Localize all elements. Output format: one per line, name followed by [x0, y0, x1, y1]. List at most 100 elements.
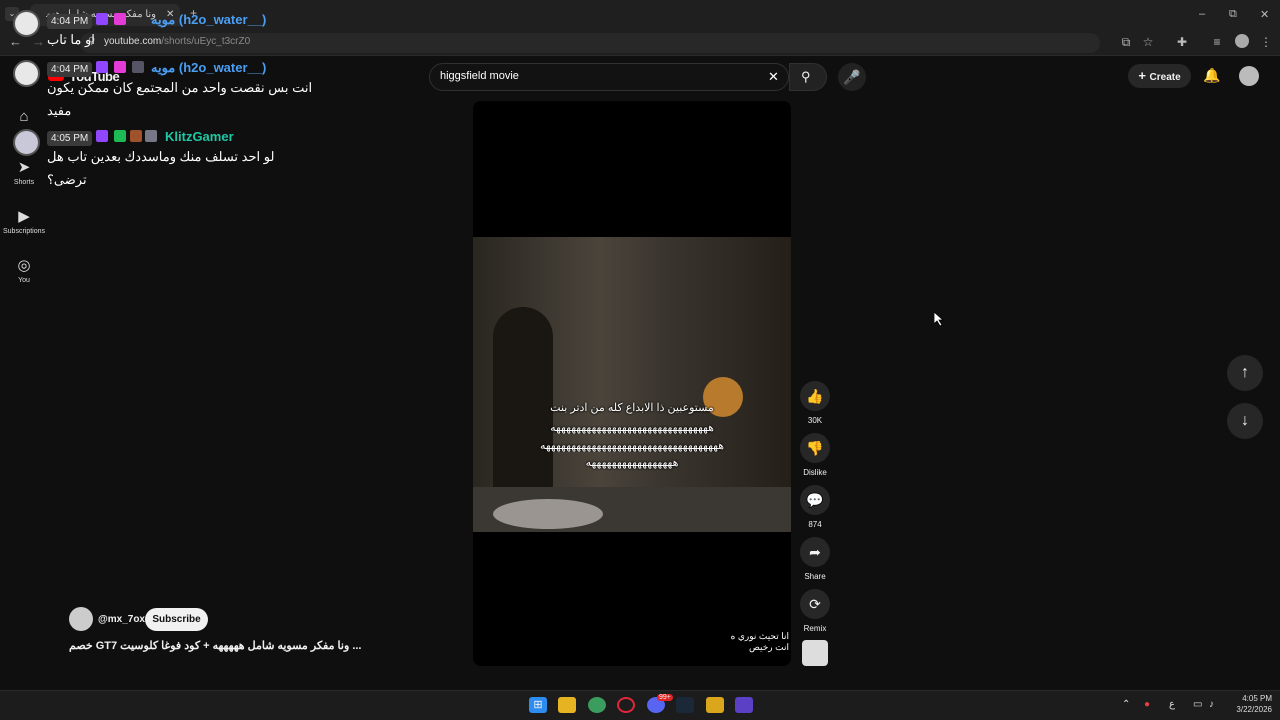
mic-icon: 🎤: [843, 69, 861, 85]
opera-icon[interactable]: [617, 697, 635, 713]
nav-subscriptions-label: Subscriptions: [2, 228, 46, 235]
check-badge-icon: [114, 130, 126, 142]
start-menu-icon[interactable]: ⊞: [529, 697, 547, 713]
search-button[interactable]: ⚲: [789, 63, 827, 91]
app-icon[interactable]: [735, 697, 753, 713]
file-explorer-icon[interactable]: [558, 697, 576, 713]
remix-button[interactable]: ⟳: [800, 589, 830, 619]
create-button[interactable]: + Create: [1128, 64, 1191, 88]
video-caption-line: هههههههههههههههههههههههههههههههه: [550, 422, 714, 434]
volume-icon[interactable]: ♪: [1209, 699, 1214, 710]
overlay-chat-message: او ما تاب: [47, 32, 95, 47]
mouse-cursor-icon: [934, 312, 944, 326]
nav-home[interactable]: ⌂: [0, 108, 48, 128]
subscribe-button[interactable]: Subscribe: [145, 608, 208, 631]
remix-icon: ⟳: [809, 596, 821, 612]
nav-shorts[interactable]: ➤ Shorts: [0, 158, 48, 186]
chat-username: KlitzGamer: [165, 129, 234, 144]
remix-label: Remix: [803, 624, 827, 633]
account-avatar[interactable]: [1239, 66, 1259, 86]
search-icon: ⚲: [801, 69, 811, 84]
sub-badge-icon: [145, 130, 157, 142]
thumbs-up-icon: 👍: [806, 388, 824, 404]
next-short-button[interactable]: ↓: [1227, 403, 1263, 439]
thumbs-down-icon: 👎: [806, 440, 824, 456]
clock-date: 3/22/2026: [1236, 705, 1272, 714]
install-app-icon[interactable]: ⧉: [1119, 35, 1133, 50]
search-input[interactable]: higgsfield movie: [440, 70, 519, 82]
corner-text: انا تحيث نوري ه انت رخيص: [703, 631, 789, 653]
nav-you[interactable]: ◎ You: [0, 256, 48, 284]
overlay-chat-time: 4:04 PM: [47, 14, 93, 29]
shorts-icon: ➤: [17, 159, 31, 176]
gem-badge-icon: [114, 61, 126, 73]
close-window-button[interactable]: ✕: [1260, 8, 1269, 21]
video-caption-line: هههههههههههههههههههههههههههههههههههه: [539, 440, 725, 452]
back-icon[interactable]: ←: [9, 34, 22, 49]
steam-icon[interactable]: [676, 697, 694, 713]
media-control-icon[interactable]: ≡: [1210, 35, 1224, 49]
twitch-badge-icon: [96, 61, 108, 73]
nav-subscriptions[interactable]: ▶ Subscriptions: [0, 207, 48, 235]
overlay-chat-avatar: [13, 10, 40, 37]
share-arrow-icon: ➦: [809, 544, 821, 560]
dislike-label: Dislike: [803, 468, 827, 477]
previous-short-button[interactable]: ↑: [1227, 355, 1263, 391]
restore-button[interactable]: ⧉: [1229, 8, 1237, 21]
comments-button[interactable]: 💬: [800, 485, 830, 515]
short-title[interactable]: ... ونا مفكر مسويه شامل هههههه + كود فوغ…: [69, 639, 369, 652]
minimize-button[interactable]: –: [1199, 8, 1205, 20]
cat-badge-icon: [130, 130, 142, 142]
nav-you-label: You: [18, 277, 30, 284]
clear-search-icon[interactable]: ✕: [768, 69, 779, 85]
chrome-icon[interactable]: [588, 697, 606, 713]
mic-tray-icon[interactable]: ●: [1144, 699, 1150, 710]
notifications-bell-icon[interactable]: 🔔: [1203, 67, 1220, 84]
share-label: Share: [804, 572, 826, 581]
corner-text-line: انت رخيص: [749, 642, 789, 652]
twitch-badge-icon: [96, 130, 108, 142]
video-caption-line: مستوعبين ذا الابداع كله من ادتر بنت: [550, 402, 714, 414]
sound-thumbnail[interactable]: [802, 640, 828, 666]
forward-icon[interactable]: →: [32, 34, 45, 49]
bookmark-star-icon[interactable]: ☆: [1141, 35, 1155, 49]
clock[interactable]: 4:05 PM 3/22/2026: [1228, 693, 1272, 715]
extensions-icon[interactable]: ✚: [1175, 35, 1189, 49]
profile-avatar[interactable]: [1235, 34, 1249, 48]
chat-message: لو احد تسلف منك وماسددك بعدين تاب هل ترض…: [47, 149, 275, 187]
plus-icon: +: [1138, 68, 1150, 83]
short-video-player[interactable]: مستوعبين ذا الابداع كله من ادتر بنت هههه…: [473, 101, 791, 666]
search-box[interactable]: higgsfield movie ✕: [429, 63, 789, 91]
overlay-chat-username: مويه (h2o_water__): [151, 12, 267, 27]
dislike-button[interactable]: 👎: [800, 433, 830, 463]
sub-badge-icon: [132, 61, 144, 73]
url-text[interactable]: youtube.com/shorts/uEyc_t3crZ0: [104, 36, 250, 47]
voice-search-button[interactable]: 🎤: [838, 63, 866, 91]
url-domain: youtube.com: [104, 36, 162, 47]
discord-badge: 99+: [657, 694, 673, 701]
arrow-down-icon: ↓: [1241, 412, 1249, 429]
like-count: 30K: [807, 416, 823, 425]
chat-message: انت بس نقصت واحد من المجتمع كان ممكن يكو…: [47, 80, 313, 118]
clock-time: 4:05 PM: [1242, 694, 1272, 703]
channel-name[interactable]: @mx_7ox: [98, 614, 145, 625]
create-label: Create: [1149, 72, 1181, 83]
share-button[interactable]: ➦: [800, 537, 830, 567]
gem-badge-icon: [114, 13, 126, 25]
network-icon[interactable]: ▭: [1193, 699, 1202, 710]
corner-text-line: انا تحيث نوري ه: [730, 631, 789, 641]
browser-menu-icon[interactable]: ⋮: [1259, 35, 1273, 49]
comment-count: 874: [808, 520, 822, 529]
chat-username: مويه (h2o_water__): [151, 60, 267, 75]
video-frame: [473, 237, 791, 532]
language-indicator[interactable]: ع: [1169, 699, 1175, 710]
app-icon[interactable]: [706, 697, 724, 713]
channel-avatar[interactable]: [69, 607, 93, 631]
comment-icon: 💬: [806, 492, 824, 508]
home-icon: ⌂: [19, 108, 29, 125]
chat-avatar: [13, 129, 40, 156]
tray-expand-icon[interactable]: ⌃: [1122, 699, 1130, 710]
nav-shorts-label: Shorts: [13, 179, 35, 186]
like-button[interactable]: 👍: [800, 381, 830, 411]
windows-taskbar: [0, 690, 1280, 720]
